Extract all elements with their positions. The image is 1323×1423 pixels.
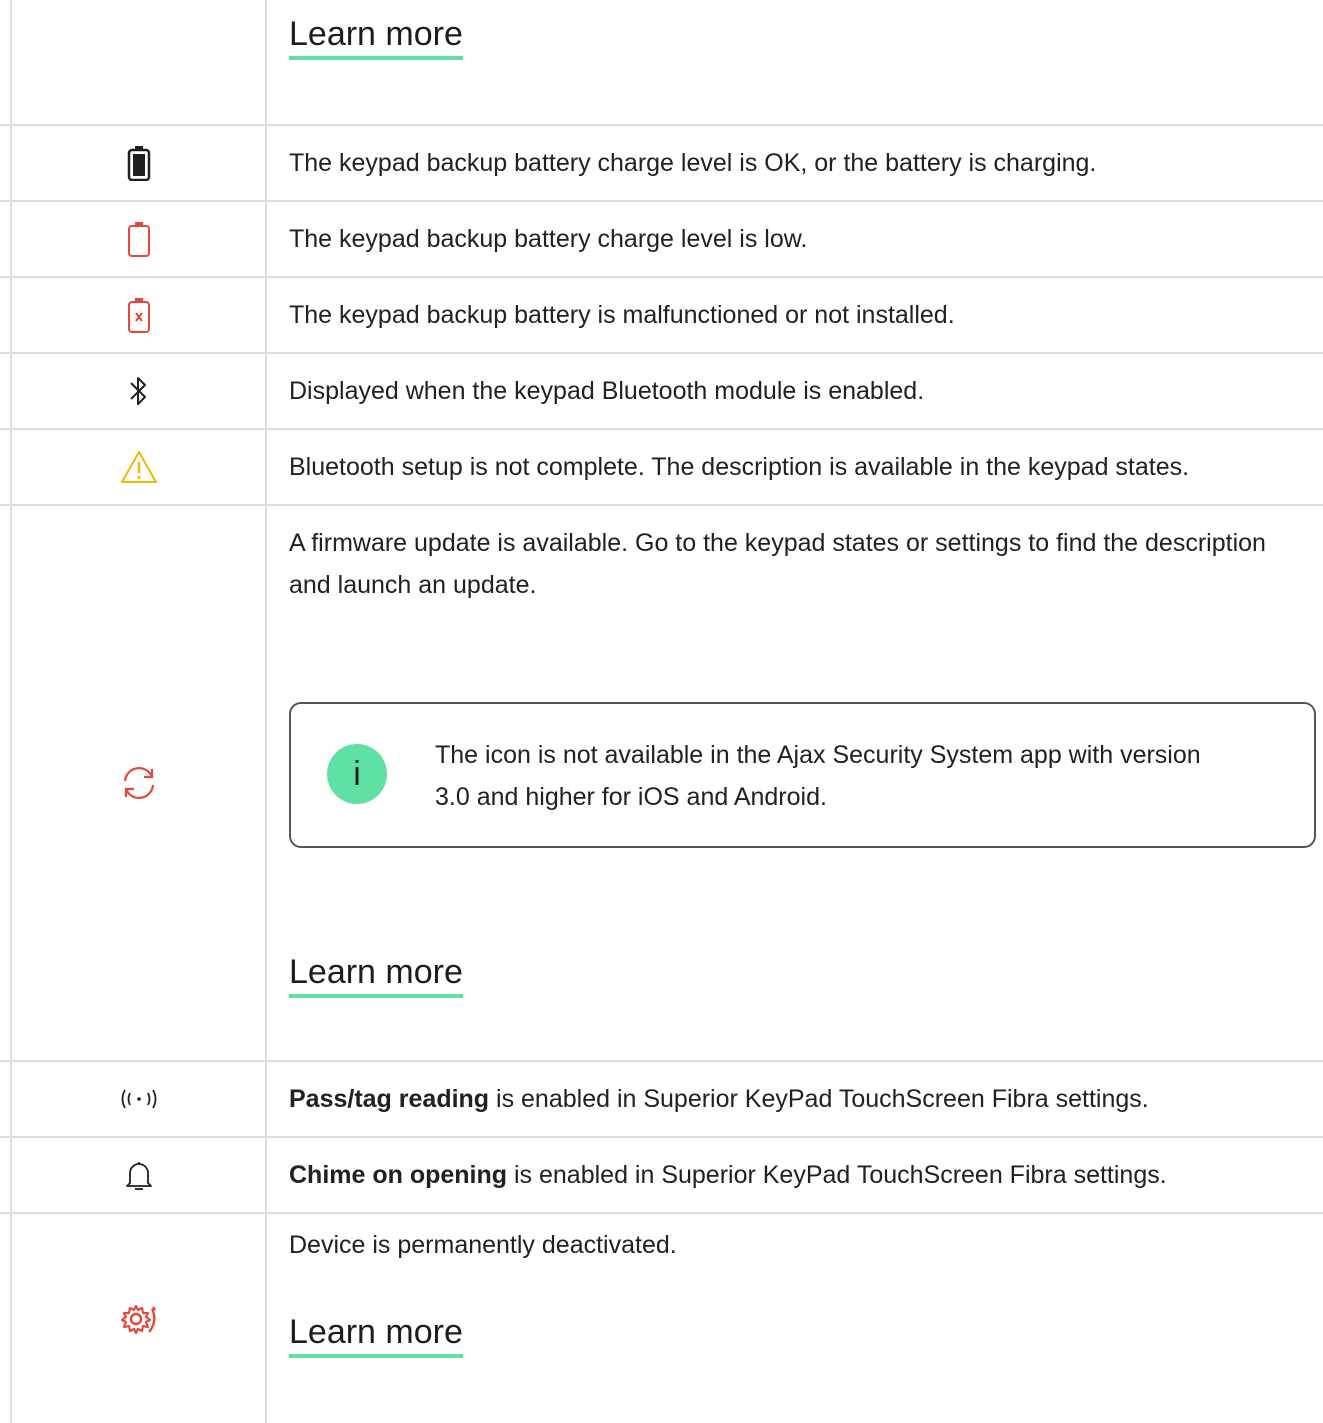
description: Chime on opening is enabled in Superior … bbox=[289, 1161, 1167, 1189]
info-note: i The icon is not available in the Ajax … bbox=[289, 702, 1316, 848]
text-cell: Chime on opening is enabled in Superior … bbox=[289, 1138, 1323, 1212]
table-row: Bluetooth setup is not complete. The des… bbox=[0, 430, 1323, 506]
text-cell: A firmware update is available. Go to th… bbox=[289, 506, 1323, 1060]
table-row: The keypad backup battery charge level i… bbox=[0, 202, 1323, 278]
text-cell: Pass/tag reading is enabled in Superior … bbox=[289, 1062, 1323, 1136]
text-cell: The keypad backup battery charge level i… bbox=[289, 202, 1323, 276]
table-row: Pass/tag reading is enabled in Superior … bbox=[0, 1062, 1323, 1138]
icon-cell bbox=[10, 506, 267, 1060]
table-row: Displayed when the keypad Bluetooth modu… bbox=[0, 354, 1323, 430]
icon-cell bbox=[10, 1214, 267, 1423]
description: Pass/tag reading is enabled in Superior … bbox=[289, 1085, 1149, 1113]
description: The keypad backup battery charge level i… bbox=[289, 225, 808, 253]
description: The keypad backup battery is malfunction… bbox=[289, 301, 955, 329]
description: The keypad backup battery charge level i… bbox=[289, 149, 1097, 177]
text-cell: Learn more bbox=[289, 0, 1323, 124]
table-row: Learn more bbox=[0, 0, 1323, 126]
icon-cell bbox=[10, 278, 267, 352]
table-row: The keypad backup battery charge level i… bbox=[0, 126, 1323, 202]
text-cell: Device is permanently deactivated. Learn… bbox=[289, 1214, 1323, 1423]
icon-cell bbox=[10, 0, 267, 124]
text-cell: Bluetooth setup is not complete. The des… bbox=[289, 430, 1323, 504]
table-row: Device is permanently deactivated. Learn… bbox=[0, 1214, 1323, 1423]
icon-cell bbox=[10, 202, 267, 276]
learn-more-link[interactable]: Learn more bbox=[289, 952, 463, 998]
table-row: A firmware update is available. Go to th… bbox=[0, 506, 1323, 1062]
battery-fault-icon bbox=[127, 297, 151, 333]
status-icons-table: Learn more The keypad backup battery cha… bbox=[0, 0, 1323, 1423]
warning-icon bbox=[119, 449, 159, 485]
bell-icon bbox=[125, 1158, 153, 1192]
bluetooth-icon bbox=[128, 374, 150, 408]
text-cell: Displayed when the keypad Bluetooth modu… bbox=[289, 354, 1323, 428]
table-row: Chime on opening is enabled in Superior … bbox=[0, 1138, 1323, 1214]
icon-cell bbox=[10, 126, 267, 200]
icon-cell bbox=[10, 1062, 267, 1136]
pass-tag-icon bbox=[119, 1087, 159, 1111]
icon-cell bbox=[10, 1138, 267, 1212]
description: Device is permanently deactivated. bbox=[289, 1231, 677, 1259]
text-cell: The keypad backup battery is malfunction… bbox=[289, 278, 1323, 352]
description: Bluetooth setup is not complete. The des… bbox=[289, 453, 1190, 481]
table-row: The keypad backup battery is malfunction… bbox=[0, 278, 1323, 354]
note-text: The icon is not available in the Ajax Se… bbox=[435, 741, 1201, 811]
text-cell: The keypad backup battery charge level i… bbox=[289, 126, 1323, 200]
gear-deactivated-icon bbox=[119, 1301, 159, 1337]
learn-more-link[interactable]: Learn more bbox=[289, 1312, 463, 1358]
learn-more-link[interactable]: Learn more bbox=[289, 14, 463, 60]
icon-cell bbox=[10, 354, 267, 428]
battery-low-icon bbox=[127, 221, 151, 257]
battery-full-icon bbox=[127, 145, 151, 181]
update-icon bbox=[119, 763, 159, 803]
description: Displayed when the keypad Bluetooth modu… bbox=[289, 377, 925, 405]
info-icon: i bbox=[327, 744, 387, 804]
description: A firmware update is available. Go to th… bbox=[289, 529, 1266, 599]
icon-cell bbox=[10, 430, 267, 504]
